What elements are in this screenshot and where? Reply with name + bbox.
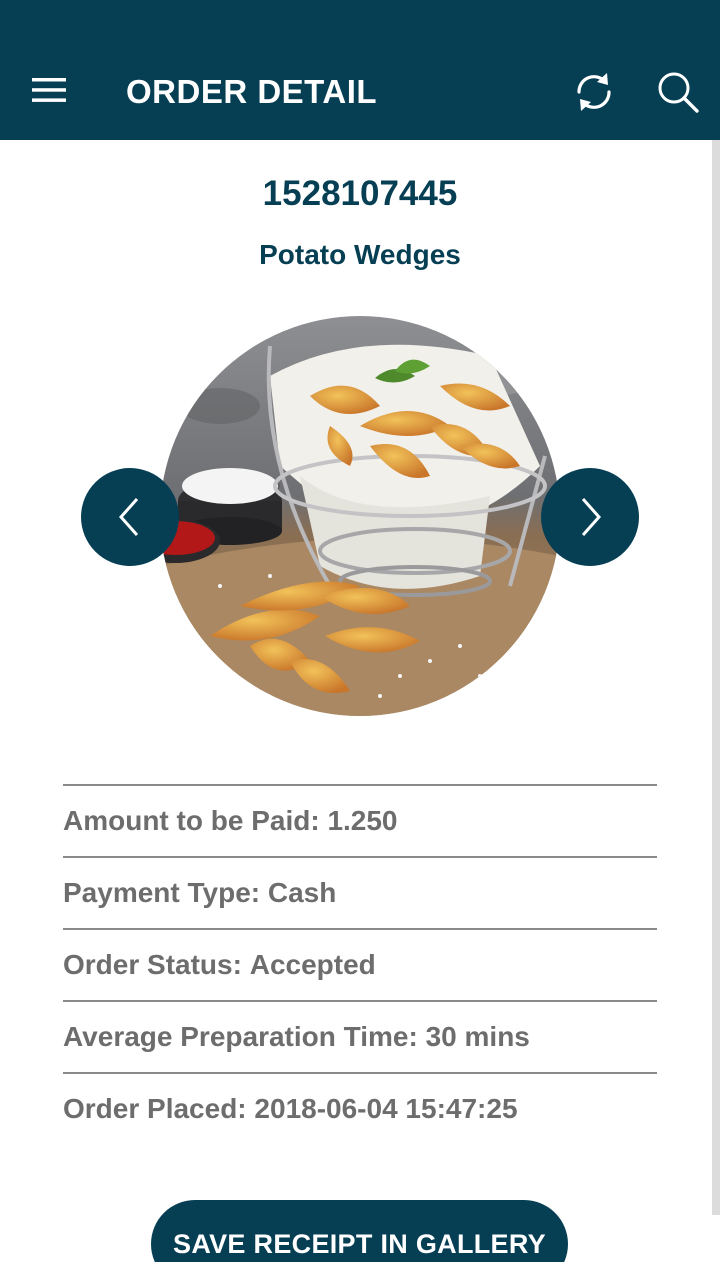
chevron-right-icon xyxy=(581,498,602,536)
product-image xyxy=(160,316,560,716)
order-detail-screen: ORDER DETAIL 1528107445 Potato Wedges Am… xyxy=(0,0,720,1280)
search-icon xyxy=(658,72,699,113)
order-placed-label: Order Placed: xyxy=(63,1093,247,1124)
previous-image-button[interactable] xyxy=(81,468,179,566)
next-image-button[interactable] xyxy=(541,468,639,566)
amount-row: Amount to be Paid: 1.250 xyxy=(63,784,657,856)
payment-type-row: Payment Type: Cash xyxy=(63,856,657,928)
payment-type-label: Payment Type: xyxy=(63,877,261,908)
order-status-row: Order Status: Accepted xyxy=(63,928,657,1000)
search-button[interactable] xyxy=(652,66,704,118)
screen-bottom-edge xyxy=(0,1262,720,1280)
hamburger-menu-icon xyxy=(32,78,66,102)
menu-button[interactable] xyxy=(28,72,70,108)
order-number: 1528107445 xyxy=(262,174,458,213)
preparation-time-row: Average Preparation Time: 30 mins xyxy=(63,1000,657,1072)
chevron-left-icon xyxy=(118,498,139,536)
amount-value: 1.250 xyxy=(327,805,398,836)
preparation-time-value: 30 mins xyxy=(425,1021,530,1052)
page-title: ORDER DETAIL xyxy=(126,73,378,110)
refresh-button[interactable] xyxy=(568,66,620,118)
order-placed-value: 2018-06-04 15:47:25 xyxy=(254,1093,518,1124)
scrollbar[interactable] xyxy=(712,140,720,1215)
refresh-icon xyxy=(577,73,611,111)
order-status-value: Accepted xyxy=(249,949,376,980)
product-name: Potato Wedges xyxy=(259,239,461,270)
potato-wedges-photo xyxy=(160,316,560,716)
payment-type-value: Cash xyxy=(267,877,337,908)
order-status-label: Order Status: xyxy=(63,949,242,980)
order-placed-row: Order Placed: 2018-06-04 15:47:25 xyxy=(63,1072,657,1144)
amount-label: Amount to be Paid: xyxy=(63,805,320,836)
preparation-time-label: Average Preparation Time: xyxy=(63,1021,418,1052)
app-bar: ORDER DETAIL xyxy=(0,0,720,140)
order-details-list: Amount to be Paid: 1.250 Payment Type: C… xyxy=(63,784,657,1144)
